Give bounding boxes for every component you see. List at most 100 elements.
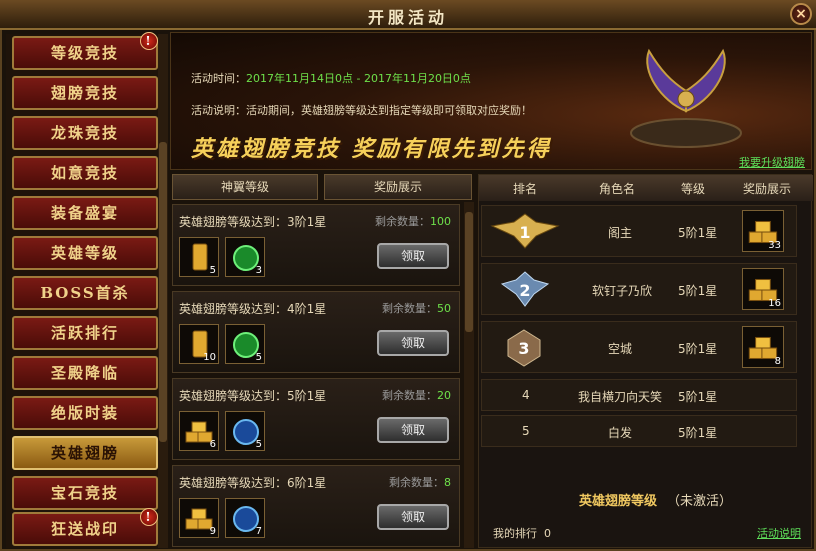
remaining-count: 剩余数量：20 bbox=[382, 387, 451, 403]
ranking-header: 排名 角色名 等级 奖励展示 bbox=[479, 175, 813, 201]
reward-list-scrollbar[interactable] bbox=[464, 202, 474, 548]
item-count: 5 bbox=[255, 352, 262, 363]
alert-badge-icon: ! bbox=[140, 508, 158, 526]
player-name: 空城 bbox=[608, 342, 633, 356]
close-button[interactable]: × bbox=[790, 3, 812, 25]
rank-number: 1 bbox=[519, 223, 530, 242]
my-rank: 我的排行 0 bbox=[493, 525, 551, 541]
item-count: 5 bbox=[255, 439, 262, 450]
event-slogan: 英雄翅膀竞技 奖励有限先到先得 bbox=[191, 136, 552, 162]
event-banner: 活动时间：2017年11月14日0点 - 2017年11月20日0点 活动说明：… bbox=[170, 32, 812, 170]
wing-level-state: （未激活） bbox=[667, 494, 733, 509]
prize-slot[interactable]: 8 bbox=[742, 326, 784, 368]
sidebar-item-label: 英雄翅膀 bbox=[50, 444, 119, 462]
sidebar-item-dragonball-contest[interactable]: 龙珠竞技 bbox=[12, 116, 158, 150]
sidebar-item-label: 英雄等级 bbox=[50, 244, 119, 262]
sidebar-item-hero-wing[interactable]: 英雄翅膀 bbox=[12, 436, 158, 470]
header-rank: 排名 bbox=[513, 182, 538, 196]
remaining-count: 剩余数量：50 bbox=[382, 300, 451, 316]
sidebar-item-equipment-feast[interactable]: 装备盛宴 bbox=[12, 196, 158, 230]
player-name: 软钉子乃欣 bbox=[592, 284, 653, 298]
reward-item-slot[interactable]: 5 bbox=[179, 237, 219, 277]
rank-row: 2 软钉子乃欣 5阶1星 16 bbox=[481, 263, 797, 315]
player-name: 阁主 bbox=[608, 226, 633, 240]
reward-requirement: 英雄翅膀等级达到：3阶1星 bbox=[179, 215, 327, 229]
prize-slot[interactable]: 16 bbox=[742, 268, 784, 310]
player-level: 5阶1星 bbox=[678, 390, 718, 404]
sidebar-item-battle-seal[interactable]: 狂送战印! bbox=[12, 508, 158, 546]
player-level: 5阶1星 bbox=[678, 226, 718, 240]
sidebar-item-label: 狂送战印 bbox=[50, 520, 119, 538]
remaining-count: 剩余数量：8 bbox=[389, 474, 451, 490]
item-count: 6 bbox=[209, 439, 216, 450]
sidebar-item-hero-level[interactable]: 英雄等级 bbox=[12, 236, 158, 270]
rank-row: 4 我自横刀向天笑 5阶1星 bbox=[481, 379, 797, 411]
event-description: 活动说明：活动期间，英雄翅膀等级达到指定等级即可领取对应奖励！ bbox=[191, 104, 532, 117]
sidebar-item-temple-descent[interactable]: 圣殿降临 bbox=[12, 356, 158, 390]
rank-number: 4 bbox=[522, 388, 530, 402]
reward-item-slot[interactable]: 6 bbox=[179, 411, 219, 451]
wing-level-label: 英雄翅膀等级 bbox=[579, 494, 658, 509]
reward-list: 英雄翅膀等级达到：3阶1星 剩余数量：100 5 3 领取 英雄翅膀等级达到：4… bbox=[170, 202, 462, 548]
my-rank-value: 0 bbox=[544, 527, 551, 540]
sidebar-item-label: BOSS首杀 bbox=[40, 284, 130, 302]
sidebar-item-boss-first-kill[interactable]: BOSS首杀 bbox=[12, 276, 158, 310]
alert-badge-icon: ! bbox=[140, 32, 158, 50]
event-rules-link[interactable]: 活动说明 bbox=[757, 525, 801, 541]
item-count: 9 bbox=[209, 526, 216, 537]
ranking-panel: 排名 角色名 等级 奖励展示 1 阁主 5阶1星 33 2 软钉子乃欣 5阶1星… bbox=[478, 174, 813, 548]
reward-item-slot[interactable]: 3 bbox=[225, 237, 265, 277]
remaining-label: 剩余数量： bbox=[382, 302, 437, 315]
rank-row: 1 阁主 5阶1星 33 bbox=[481, 205, 797, 257]
reward-requirement: 英雄翅膀等级达到：6阶1星 bbox=[179, 476, 327, 490]
sidebar-item-gem-contest[interactable]: 宝石竞技 bbox=[12, 476, 158, 510]
remaining-label: 剩余数量： bbox=[382, 389, 437, 402]
sidebar-item-ruyi-contest[interactable]: 如意竞技 bbox=[12, 156, 158, 190]
sidebar-scrollbar[interactable] bbox=[158, 34, 168, 548]
prize-slot[interactable]: 33 bbox=[742, 210, 784, 252]
upgrade-wing-link[interactable]: 我要升级翅膀 bbox=[739, 154, 805, 169]
sidebar-item-wing-contest[interactable]: 翅膀竞技 bbox=[12, 76, 158, 110]
remaining-label: 剩余数量： bbox=[389, 476, 444, 489]
sidebar-item-label: 翅膀竞技 bbox=[50, 84, 119, 102]
player-level: 5阶1星 bbox=[678, 426, 718, 440]
claim-button[interactable]: 领取 bbox=[377, 243, 449, 269]
item-count: 5 bbox=[209, 265, 216, 276]
item-count: 8 bbox=[774, 356, 781, 367]
claim-button[interactable]: 领取 bbox=[377, 417, 449, 443]
header-role-name: 角色名 bbox=[599, 182, 636, 196]
sidebar-item-level-contest[interactable]: 等级竞技! bbox=[12, 32, 158, 70]
sidebar-item-activity-rank[interactable]: 活跃排行 bbox=[12, 316, 158, 350]
reward-item-slot[interactable]: 7 bbox=[225, 498, 265, 538]
title-bar: 开服活动 × bbox=[0, 0, 816, 30]
item-count: 3 bbox=[255, 265, 262, 276]
player-name: 白发 bbox=[608, 426, 633, 440]
sidebar-scroll-thumb[interactable] bbox=[159, 142, 167, 442]
reward-item-slot[interactable]: 10 bbox=[179, 324, 219, 364]
sidebar-item-label: 活跃排行 bbox=[50, 324, 119, 342]
header-level: 等级 bbox=[681, 182, 706, 196]
sidebar-item-limited-fashion[interactable]: 绝版时装 bbox=[12, 396, 158, 430]
reward-item-slot[interactable]: 9 bbox=[179, 498, 219, 538]
event-time-label: 活动时间： bbox=[191, 72, 246, 85]
reward-item-slot[interactable]: 5 bbox=[225, 324, 265, 364]
item-count: 10 bbox=[203, 352, 216, 363]
reward-card: 英雄翅膀等级达到：6阶1星 剩余数量：8 9 7 领取 bbox=[172, 465, 460, 547]
my-rank-label: 我的排行 bbox=[493, 527, 537, 540]
sidebar-item-label: 龙珠竞技 bbox=[50, 124, 119, 142]
remaining-label: 剩余数量： bbox=[375, 215, 430, 228]
rank-row: 3 空城 5阶1星 8 bbox=[481, 321, 797, 373]
claim-button[interactable]: 领取 bbox=[377, 504, 449, 530]
sidebar: 等级竞技! 翅膀竞技 龙珠竞技 如意竞技 装备盛宴 英雄等级 BOSS首杀 活跃… bbox=[6, 32, 158, 548]
remaining-count: 剩余数量：100 bbox=[375, 213, 451, 229]
reward-list-scroll-thumb[interactable] bbox=[465, 212, 473, 332]
event-time: 活动时间：2017年11月14日0点 - 2017年11月20日0点 bbox=[191, 70, 471, 86]
window-title: 开服活动 bbox=[367, 8, 448, 27]
header-wing-level: 神翼等级 bbox=[172, 174, 318, 200]
reward-item-slot[interactable]: 5 bbox=[225, 411, 265, 451]
claim-button[interactable]: 领取 bbox=[377, 330, 449, 356]
sidebar-item-label: 圣殿降临 bbox=[50, 364, 119, 382]
header-reward-display: 奖励展示 bbox=[324, 174, 472, 200]
remaining-value: 8 bbox=[444, 476, 451, 489]
rank-row: 5 白发 5阶1星 bbox=[481, 415, 797, 447]
